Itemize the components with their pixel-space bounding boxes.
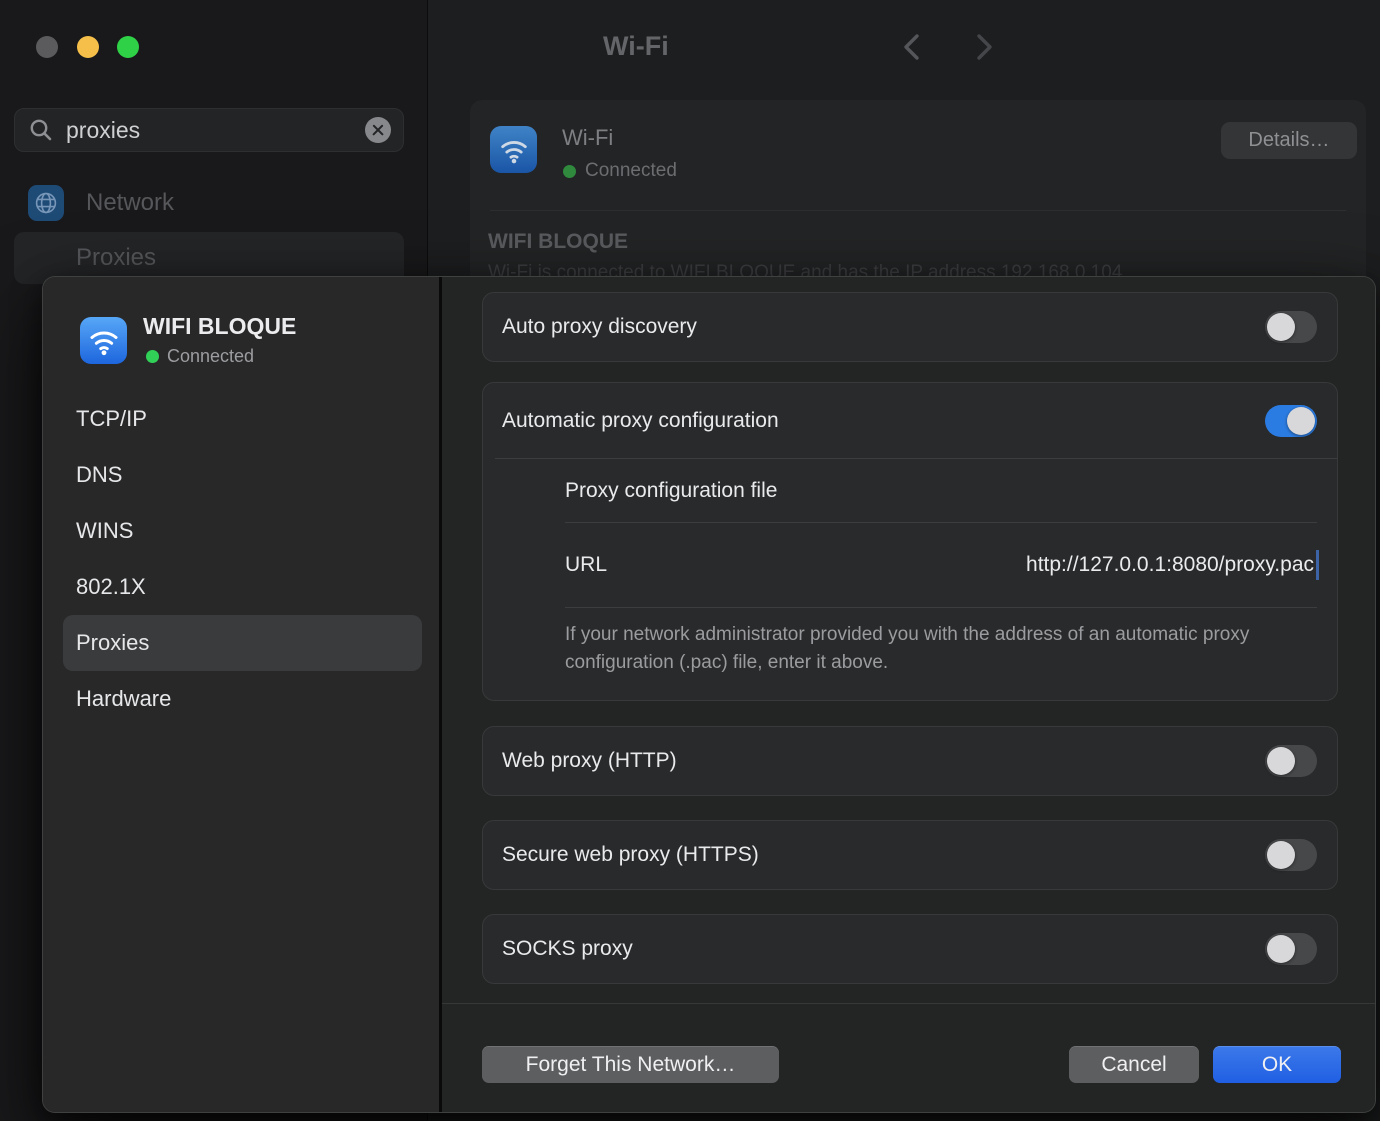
- network-name: WIFI BLOQUE: [143, 313, 296, 340]
- web-proxy-label: Web proxy (HTTP): [502, 749, 1265, 773]
- proxy-help-text: If your network administrator provided y…: [483, 608, 1273, 677]
- socks-proxy-toggle[interactable]: [1265, 933, 1317, 965]
- tab-proxies[interactable]: Proxies: [63, 615, 422, 671]
- wifi-connection-status: Connected: [563, 160, 677, 182]
- close-window-button[interactable]: [36, 36, 58, 58]
- tab-tcpip[interactable]: TCP/IP: [63, 391, 422, 447]
- socks-proxy-label: SOCKS proxy: [502, 937, 1265, 961]
- ok-button[interactable]: OK: [1213, 1046, 1341, 1083]
- sheet-sidebar: WIFI BLOQUE Connected TCP/IP DNS WINS 80…: [43, 277, 442, 1112]
- wifi-card-title: Wi-Fi: [562, 125, 613, 151]
- web-proxy-toggle[interactable]: [1265, 745, 1317, 777]
- secure-web-proxy-label: Secure web proxy (HTTPS): [502, 843, 1265, 867]
- connected-dot-icon: [563, 165, 576, 178]
- sidebar-item-label: Proxies: [76, 244, 156, 272]
- search-value: proxies: [66, 117, 365, 144]
- automatic-proxy-configuration-label: Automatic proxy configuration: [502, 409, 1265, 433]
- toggle-knob: [1287, 407, 1315, 435]
- zoom-window-button[interactable]: [117, 36, 139, 58]
- wifi-icon: [80, 317, 127, 364]
- toggle-knob: [1267, 935, 1295, 963]
- network-globe-icon: [28, 185, 64, 221]
- secure-web-proxy-toggle[interactable]: [1265, 839, 1317, 871]
- tab-hardware[interactable]: Hardware: [63, 671, 422, 727]
- forward-icon[interactable]: [971, 32, 997, 62]
- wifi-icon: [490, 126, 537, 173]
- search-input[interactable]: proxies: [14, 108, 404, 152]
- search-icon: [28, 117, 54, 143]
- toggle-knob: [1267, 313, 1295, 341]
- toggle-knob: [1267, 747, 1295, 775]
- connected-dot-icon: [146, 350, 159, 363]
- url-input[interactable]: http://127.0.0.1:8080/proxy.pac: [607, 550, 1319, 580]
- network-section-title: WIFI BLOQUE: [488, 230, 628, 254]
- proxy-configuration-file-label: Proxy configuration file: [565, 479, 777, 503]
- tab-8021x[interactable]: 802.1X: [63, 559, 422, 615]
- web-proxy-card: Web proxy (HTTP): [482, 726, 1338, 796]
- sidebar-item-label: Network: [86, 189, 174, 217]
- network-details-sheet: WIFI BLOQUE Connected TCP/IP DNS WINS 80…: [42, 276, 1376, 1113]
- socks-proxy-card: SOCKS proxy: [482, 914, 1338, 984]
- card-divider: [490, 210, 1346, 211]
- network-status: Connected: [146, 346, 254, 367]
- sheet-nav: TCP/IP DNS WINS 802.1X Proxies Hardware: [63, 391, 422, 727]
- secure-web-proxy-card: Secure web proxy (HTTPS): [482, 820, 1338, 890]
- details-button[interactable]: Details…: [1221, 122, 1357, 159]
- text-caret: [1316, 550, 1319, 580]
- clear-search-icon[interactable]: [365, 117, 391, 143]
- auto-proxy-discovery-card: Auto proxy discovery: [482, 292, 1338, 362]
- footer-divider: [442, 1003, 1375, 1004]
- cancel-button[interactable]: Cancel: [1069, 1046, 1199, 1083]
- tab-wins[interactable]: WINS: [63, 503, 422, 559]
- auto-proxy-discovery-label: Auto proxy discovery: [502, 315, 1265, 339]
- toggle-knob: [1267, 841, 1295, 869]
- minimize-window-button[interactable]: [77, 36, 99, 58]
- url-label: URL: [565, 553, 607, 577]
- forget-this-network-button[interactable]: Forget This Network…: [482, 1046, 779, 1083]
- sidebar-item-network[interactable]: Network: [0, 182, 428, 228]
- automatic-proxy-configuration-card: Automatic proxy configuration Proxy conf…: [482, 382, 1338, 701]
- page-title: Wi-Fi: [603, 31, 669, 62]
- tab-dns[interactable]: DNS: [63, 447, 422, 503]
- proxies-panel: Auto proxy discovery Automatic proxy con…: [442, 277, 1375, 1112]
- automatic-proxy-configuration-toggle[interactable]: [1265, 405, 1317, 437]
- wifi-status-card: Wi-Fi Connected Details… WIFI BLOQUE Wi-…: [470, 100, 1366, 300]
- back-icon[interactable]: [899, 32, 925, 62]
- url-value-text: http://127.0.0.1:8080/proxy.pac: [1026, 553, 1314, 577]
- auto-proxy-discovery-toggle[interactable]: [1265, 311, 1317, 343]
